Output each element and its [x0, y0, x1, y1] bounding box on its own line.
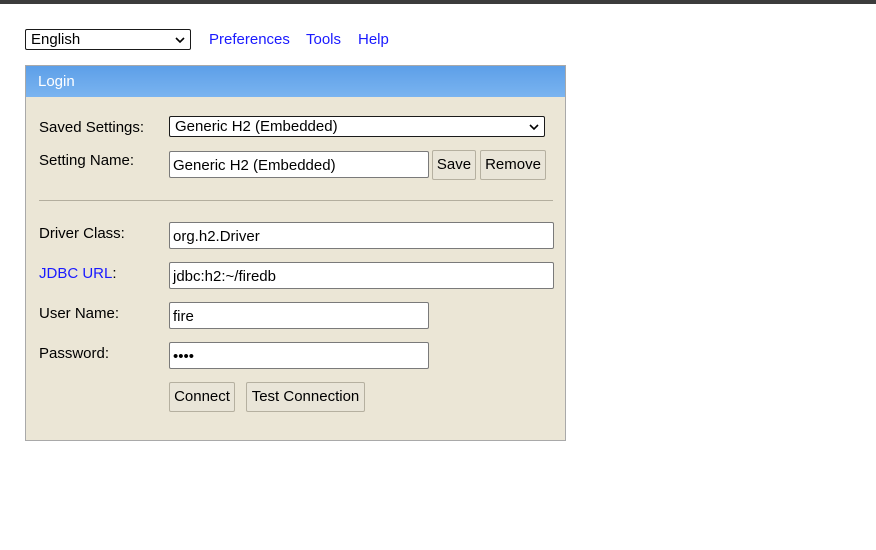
saved-settings-select[interactable]: Generic H2 (Embedded) [169, 116, 545, 137]
chevron-down-icon [175, 37, 185, 44]
login-panel: Login Saved Settings: Generic H2 (Embedd… [25, 65, 566, 441]
language-select-value: English [31, 31, 81, 48]
test-connection-button[interactable]: Test Connection [246, 382, 365, 412]
driver-class-label: Driver Class: [39, 225, 125, 242]
setting-name-label: Setting Name: [39, 152, 135, 169]
setting-name-input[interactable]: Generic H2 (Embedded) [169, 151, 429, 178]
jdbc-url-input[interactable]: jdbc:h2:~/firedb [169, 262, 554, 289]
jdbc-url-colon: : [112, 265, 117, 282]
connect-button[interactable]: Connect [169, 382, 235, 412]
save-button[interactable]: Save [432, 150, 476, 180]
remove-button[interactable]: Remove [480, 150, 546, 180]
user-name-label: User Name: [39, 305, 120, 322]
password-input[interactable]: •••• [169, 342, 429, 369]
preferences-link[interactable]: Preferences [209, 31, 290, 48]
tools-link[interactable]: Tools [306, 31, 341, 48]
login-panel-title: Login [26, 66, 565, 97]
jdbc-url-label: JDBC URL: [39, 265, 117, 282]
top-border [0, 0, 876, 4]
language-select[interactable]: English [25, 29, 191, 50]
saved-settings-label: Saved Settings: [39, 119, 145, 136]
saved-settings-value: Generic H2 (Embedded) [175, 118, 338, 135]
password-label: Password: [39, 345, 110, 362]
jdbc-url-link[interactable]: JDBC URL [39, 265, 112, 282]
divider [39, 200, 553, 201]
help-link[interactable]: Help [358, 31, 389, 48]
user-name-input[interactable]: fire [169, 302, 429, 329]
driver-class-input[interactable]: org.h2.Driver [169, 222, 554, 249]
chevron-down-icon [529, 124, 539, 131]
